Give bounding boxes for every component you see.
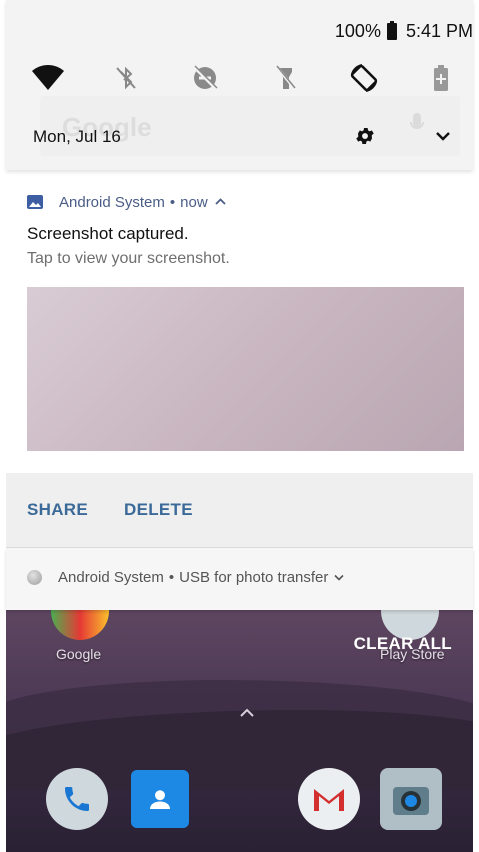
camera-app-icon[interactable] [380, 768, 442, 830]
collapse-chevron-up-icon[interactable] [215, 198, 226, 206]
clock: 5:41 PM [405, 20, 473, 41]
image-icon [27, 195, 43, 209]
ghost-search-bar: Google [40, 96, 460, 156]
expand-chevron-down-icon[interactable] [334, 574, 344, 581]
notification-header: Android System • now [27, 192, 226, 212]
battery-charging-icon [386, 20, 397, 40]
battery-percent: 100% [334, 20, 381, 41]
google-folder-icon[interactable] [51, 610, 109, 640]
ghost-mic-icon [410, 113, 424, 129]
share-button[interactable]: SHARE [27, 500, 88, 520]
header-separator: • [169, 193, 176, 211]
status-bar: 100% 5:41 PM [335, 18, 473, 44]
google-app-label: Google [56, 646, 102, 662]
notification-title: Screenshot captured. [27, 224, 189, 243]
notification-actions: SHARE DELETE [6, 473, 473, 548]
phone-app-icon[interactable] [46, 768, 108, 830]
screenshot-preview-image[interactable] [27, 287, 464, 451]
notification-text: Tap to view your screenshot. [27, 250, 230, 267]
flashlight-off-icon[interactable] [264, 56, 308, 100]
usb-notification-header: Android System • USB for photo transfer [27, 569, 344, 586]
bluetooth-off-icon[interactable] [104, 56, 148, 100]
android-system-icon [27, 570, 42, 585]
gmail-app-icon[interactable] [298, 768, 360, 830]
home-screen-wallpaper: Google Play Store CLEAR ALL [6, 610, 473, 852]
notification-time: now [180, 193, 208, 211]
usb-header-separator: • [168, 569, 175, 586]
app-drawer-up-arrow-icon[interactable] [239, 705, 255, 723]
auto-rotate-icon[interactable] [342, 56, 386, 100]
notification-app-name: Android System [59, 193, 165, 211]
clear-all-button[interactable]: CLEAR ALL [354, 634, 452, 654]
usb-notification-detail: USB for photo transfer [179, 569, 329, 586]
expand-chevron-down-icon[interactable] [434, 127, 452, 145]
battery-saver-icon[interactable] [419, 56, 463, 100]
usb-notification[interactable]: Android System • USB for photo transfer [6, 548, 473, 610]
delete-button[interactable]: DELETE [124, 500, 193, 520]
qs-date: Mon, Jul 16 [33, 127, 121, 146]
wifi-icon[interactable] [26, 56, 70, 100]
settings-gear-icon[interactable] [354, 125, 376, 147]
do-not-disturb-off-icon[interactable] [183, 56, 227, 100]
quick-settings-panel: 100% 5:41 PM Google Mon, Jul 16 [6, 0, 473, 170]
contacts-app-icon[interactable] [131, 770, 189, 828]
quick-settings-tiles [6, 56, 473, 100]
usb-notification-app-name: Android System [58, 569, 164, 586]
screenshot-notification[interactable]: Android System • now Screenshot captured… [6, 177, 473, 473]
